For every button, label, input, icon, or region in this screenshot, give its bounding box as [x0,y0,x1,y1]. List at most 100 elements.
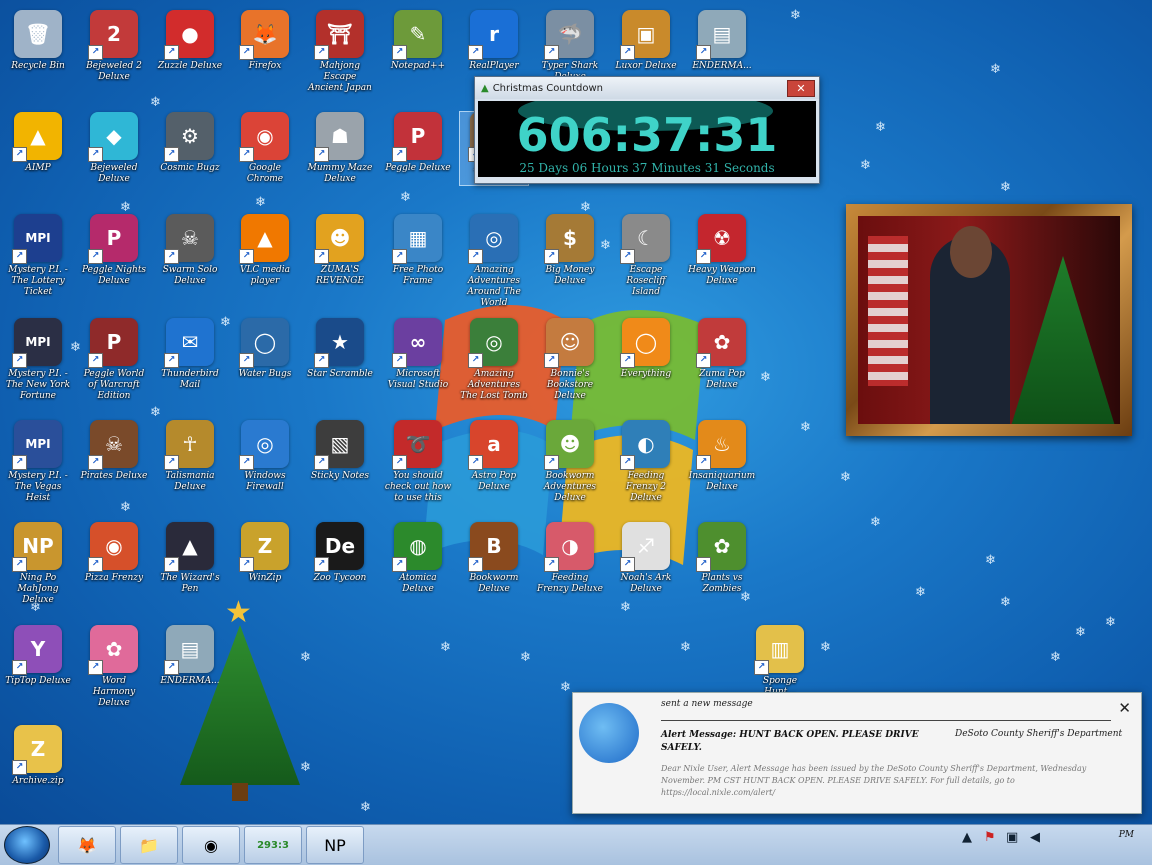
desktop-icon[interactable]: ☺ ↗ Bonnie's Bookstore Deluxe [536,318,604,402]
app-icon: ★ ↗ [314,318,364,368]
start-button[interactable] [4,826,50,864]
taskbar-explorer-button[interactable]: 📁 [120,826,178,864]
icon-label: Escape Rosecliff Island [626,265,666,297]
countdown-titlebar[interactable]: ▲ Christmas Countdown ✕ [475,77,819,99]
desktop-icon[interactable]: r ↗ RealPlayer [460,10,528,72]
desktop-icon[interactable]: ☻ ↗ Bookworm Adventures Deluxe [536,420,604,504]
desktop-icon[interactable]: P ↗ Peggle Nights Deluxe [80,214,148,287]
desktop-icon[interactable]: ✿ ↗ Plants vs Zombies [688,522,756,595]
desktop-icon[interactable]: ☥ ↗ Talismania Deluxe [156,420,224,493]
icon-glyph: ◉ [256,124,274,148]
close-button[interactable]: ✕ [787,79,815,97]
desktop-icon[interactable]: ◯ ↗ Water Bugs [231,318,299,380]
desktop-icon[interactable]: ☻ ↗ ZUMA'S REVENGE [306,214,374,287]
network-icon[interactable]: ▣ [1006,830,1018,845]
shortcut-arrow-icon: ↗ [544,45,559,60]
desktop-icon[interactable]: ✉ ↗ Thunderbird Mail [156,318,224,391]
desktop-icon[interactable]: ✿ ↗ Zuma Pop Deluxe [688,318,756,391]
desktop-icon[interactable]: ☗ ↗ Mummy Maze Deluxe [306,112,374,185]
desktop-icon[interactable]: ★ ↗ Star Scramble [306,318,374,380]
icon-label: TipTop Deluxe [5,676,71,686]
desktop-icon[interactable]: MPI ↗ Mystery P.I. - The Lottery Ticket [4,214,72,298]
desktop-icon[interactable]: ♐ ↗ Noah's Ark Deluxe [612,522,680,595]
taskbar-countdown-button[interactable]: 293:3 [244,826,302,864]
desktop-icon[interactable]: B ↗ Bookworm Deluxe [460,522,528,595]
desktop-icon[interactable]: ◐ ↗ Feeding Frenzy 2 Deluxe [612,420,680,504]
desktop-icon[interactable]: MPI ↗ Mystery P.I. - The Vegas Heist [4,420,72,504]
shortcut-arrow-icon: ↗ [88,249,103,264]
desktop-icon[interactable]: ✿ ↗ Word Harmony Deluxe [80,625,148,709]
icon-glyph: Z [30,737,46,761]
icon-label: Bookworm Adventures Deluxe [543,471,597,503]
desktop-icon[interactable]: ∞ ↗ Microsoft Visual Studio [384,318,452,391]
show-hidden-icons[interactable]: ▲ [962,830,972,845]
app-icon: 🦈 ↗ [544,10,594,60]
taskbar-chrome-button[interactable]: ◉ [182,826,240,864]
shortcut-arrow-icon: ↗ [392,353,407,368]
desktop-icon[interactable]: ◎ ↗ Windows Firewall [231,420,299,493]
snowflake: ❄ [860,158,871,173]
desktop-icon[interactable]: MPI ↗ Mystery P.I. - The New York Fortune [4,318,72,402]
desktop-icon[interactable]: ☢ ↗ Heavy Weapon Deluxe [688,214,756,287]
desktop-icon[interactable]: ◯ ↗ Everything [612,318,680,380]
desktop-icon[interactable]: 🦊 ↗ Firefox [231,10,299,72]
photo-frame-gadget[interactable] [846,204,1132,436]
volume-icon[interactable]: ◀ [1030,830,1040,845]
taskbar-firefox-button[interactable]: 🦊 [58,826,116,864]
desktop-icon[interactable]: ◉ ↗ Google Chrome [231,112,299,185]
desktop-icon[interactable]: ♨ ↗ Insaniquarium Deluxe [688,420,756,493]
desktop-icon[interactable]: ● ↗ Zuzzle Deluxe [156,10,224,72]
desktop-icon[interactable]: Z ↗ WinZip [231,522,299,584]
desktop-icon[interactable]: ▦ ↗ Free Photo Frame [384,214,452,287]
desktop-icon[interactable]: ▥↗Sponge Hunt... [746,625,814,698]
desktop-icon[interactable]: ◎ ↗ Amazing Adventures The Lost Tomb [460,318,528,402]
notification-close-button[interactable]: ✕ [1118,699,1131,717]
app-icon: ◯ ↗ [620,318,670,368]
desktop-icon[interactable]: ☠ ↗ Pirates Deluxe [80,420,148,482]
desktop-icon[interactable]: ◍ ↗ Atomica Deluxe [384,522,452,595]
shortcut-arrow-icon: ↗ [620,455,635,470]
snowflake: ❄ [800,420,811,435]
desktop-icon[interactable]: ▲ ↗ VLC media player [231,214,299,287]
desktop-icon[interactable]: ▤ ↗ ENDERMA... [688,10,756,72]
countdown-window[interactable]: ▲ Christmas Countdown ✕ 606:37:31 25 Day… [474,76,820,184]
desktop-icon[interactable]: P ↗ Peggle Deluxe [384,112,452,174]
desktop-icon[interactable]: ➰ ↗ You should check out how to use this [384,420,452,504]
desktop-icon[interactable]: 🦈↗Typer Shark Deluxe [536,10,604,83]
desktop-icon[interactable]: ◆ ↗ Bejeweled Deluxe [80,112,148,185]
desktop-icon[interactable]: NP ↗ Ning Po MahJong Deluxe [4,522,72,606]
desktop-icon[interactable]: 🗑 Recycle Bin [4,10,72,72]
desktop[interactable]: ❄❄❄❄❄❄❄❄❄❄❄❄❄❄❄❄❄❄❄❄❄❄❄❄❄❄❄❄❄❄❄❄❄❄❄❄❄❄❄❄… [0,0,1152,824]
desktop-icon[interactable]: ◑ ↗ Feeding Frenzy Deluxe [536,522,604,595]
desktop-icon[interactable]: ▣ ↗ Luxor Deluxe [612,10,680,72]
desktop-icon[interactable]: $ ↗ Big Money Deluxe [536,214,604,287]
desktop-icon[interactable]: ✎ ↗ Notepad++ [384,10,452,72]
taskbar-clock[interactable]: PM [1119,829,1134,842]
desktop-icon[interactable]: P ↗ Peggle World of Warcraft Edition [80,318,148,402]
desktop-icon[interactable]: ◎ ↗ Amazing Adventures Around The World [460,214,528,309]
icon-glyph: P [106,330,122,354]
desktop-icon[interactable]: ⚙ ↗ Cosmic Bugz [156,112,224,174]
app-icon: ▧ ↗ [314,420,364,470]
taskbar-ning-po-button[interactable]: NP [306,826,364,864]
desktop-icon[interactable]: De ↗ Zoo Tycoon [306,522,374,584]
snowflake: ❄ [875,120,886,135]
icon-label: ZUMA'S REVENGE [315,265,365,286]
mail-notification[interactable]: sent a new message ✕ Alert Message: HUNT… [572,692,1142,814]
desktop-icon[interactable]: ☠ ↗ Swarm Solo Deluxe [156,214,224,287]
icon-glyph: ◎ [485,226,503,250]
shortcut-arrow-icon: ↗ [696,45,711,60]
desktop-icon[interactable]: ⛩ ↗ Mahjong Escape Ancient Japan [306,10,374,94]
desktop-icon[interactable]: ▲ ↗ The Wizard's Pen [156,522,224,595]
desktop-icon[interactable]: ◉ ↗ Pizza Frenzy [80,522,148,584]
action-center-icon[interactable]: ⚑ [984,830,996,845]
desktop-icon[interactable]: Z ↗ Archive.zip [4,725,72,787]
desktop-icon[interactable]: Y ↗ TipTop Deluxe [4,625,72,687]
snowflake: ❄ [620,600,631,615]
countdown-icon: 293:3 [257,839,289,851]
desktop-icon[interactable]: ▧ ↗ Sticky Notes [306,420,374,482]
desktop-icon[interactable]: ▲ ↗ AIMP [4,112,72,174]
desktop-icon[interactable]: ☾ ↗ Escape Rosecliff Island [612,214,680,298]
desktop-icon[interactable]: 2 ↗ Bejeweled 2 Deluxe [80,10,148,83]
desktop-icon[interactable]: a ↗ Astro Pop Deluxe [460,420,528,493]
